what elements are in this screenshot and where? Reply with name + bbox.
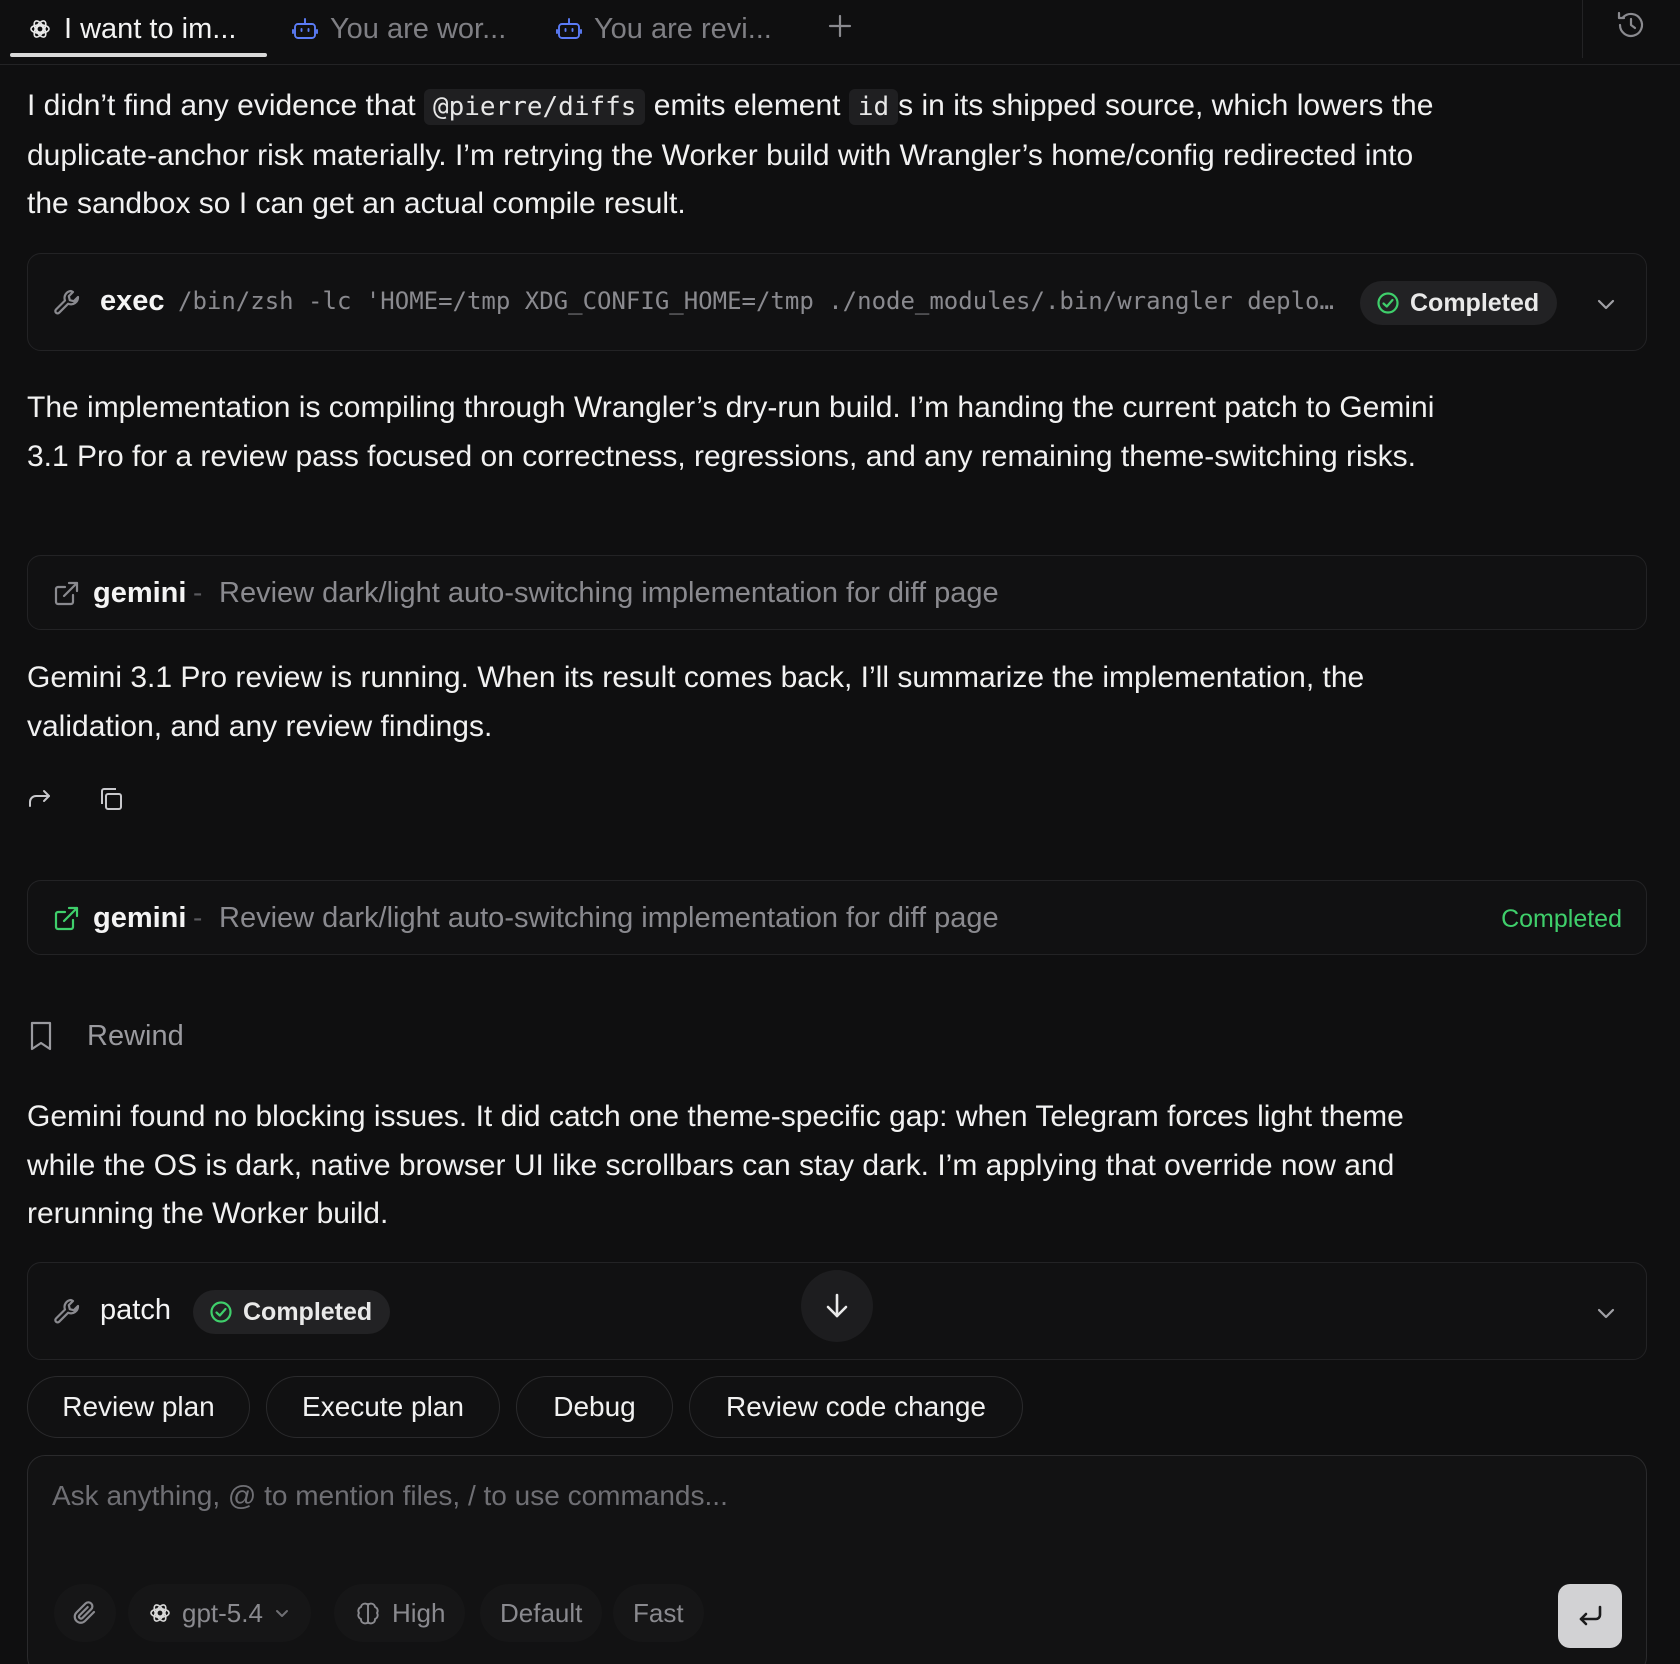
assistant-message: I didn’t find any evidence that @pierre/… (27, 82, 1447, 229)
chevron-down-icon[interactable] (1594, 292, 1618, 316)
status-badge: Completed (1360, 281, 1558, 325)
reasoning-level: High (392, 1597, 446, 1628)
scroll-to-bottom-button[interactable] (801, 1270, 873, 1342)
exec-tool-card[interactable]: exec /bin/zsh -lc 'HOME=/tmp XDG_CONFIG_… (27, 253, 1647, 351)
active-tab-indicator (10, 53, 267, 57)
external-link-icon (54, 906, 79, 931)
history-button[interactable] (1614, 8, 1650, 44)
chevron-down-icon (275, 1610, 288, 1617)
history-icon (1617, 11, 1644, 38)
tab-conversation-3[interactable]: You are revi... (556, 0, 772, 58)
assistant-message: Gemini 3.1 Pro review is running. When i… (27, 661, 1365, 743)
separator: - (193, 577, 203, 608)
gemini-task-card[interactable]: gemini - Review dark/light auto-switchin… (27, 880, 1647, 955)
status-badge: Completed (193, 1290, 391, 1334)
brain-icon (357, 1602, 379, 1625)
message-text: I didn’t find any evidence that (27, 89, 424, 122)
model-selector[interactable]: gpt-5.4 (128, 1584, 311, 1642)
robot-icon (556, 18, 582, 39)
send-button[interactable] (1558, 1584, 1622, 1648)
rewind-button[interactable]: Rewind (27, 1016, 184, 1056)
inline-code: id (848, 89, 899, 125)
new-tab-button[interactable] (820, 6, 860, 46)
exec-command: /bin/zsh -lc 'HOME=/tmp XDG_CONFIG_HOME=… (178, 287, 1334, 315)
agent-name: gemini (93, 902, 187, 934)
wrench-icon (54, 289, 80, 315)
agent-name: gemini (93, 577, 187, 609)
tab-label: I want to im... (64, 12, 237, 45)
openai-icon (30, 20, 50, 38)
attach-button[interactable] (54, 1584, 116, 1642)
suggestion-debug[interactable]: Debug (516, 1376, 673, 1438)
gemini-task-card[interactable]: gemini - Review dark/light auto-switchin… (27, 555, 1647, 630)
tab-conversation-2[interactable]: You are wor... (292, 0, 506, 58)
assistant-message: The implementation is compiling through … (27, 391, 1435, 473)
tab-label: You are wor... (330, 12, 507, 45)
check-circle-icon (210, 1301, 232, 1323)
task-description: Review dark/light auto-switching impleme… (219, 902, 999, 934)
suggestion-review-plan[interactable]: Review plan (27, 1376, 250, 1438)
tab-bar: I want to im... You are wor... You are r… (0, 0, 1680, 65)
message-text: emits element (645, 89, 849, 122)
tab-divider (1582, 0, 1583, 58)
rewind-label: Rewind (87, 1019, 184, 1052)
suggestion-execute-plan[interactable]: Execute plan (266, 1376, 500, 1438)
mode-selector[interactable]: Default (480, 1584, 603, 1642)
enter-icon (1579, 1605, 1602, 1626)
tool-name: exec (100, 285, 165, 317)
chevron-down-icon[interactable] (1594, 1301, 1618, 1325)
message-input[interactable] (52, 1480, 1612, 1540)
task-description: Review dark/light auto-switching impleme… (219, 577, 999, 609)
openai-icon (150, 1604, 170, 1622)
bookmark-icon (30, 1021, 52, 1051)
robot-icon (292, 18, 318, 39)
copy-icon[interactable] (97, 785, 125, 813)
suggestion-review-code-change[interactable]: Review code change (689, 1376, 1023, 1438)
arrow-down-icon (826, 1293, 848, 1318)
check-circle-icon (1377, 292, 1399, 314)
separator: - (193, 902, 203, 933)
status-text: Completed (1501, 905, 1622, 933)
speed-selector[interactable]: Fast (613, 1584, 704, 1642)
tool-name: patch (100, 1294, 171, 1326)
external-link-icon (54, 581, 79, 606)
tab-conversation-1[interactable]: I want to im... (28, 0, 236, 58)
assistant-message: Gemini found no blocking issues. It did … (27, 1100, 1404, 1230)
reasoning-selector[interactable]: High (334, 1584, 466, 1642)
model-name: gpt-5.4 (182, 1597, 263, 1628)
inline-code: @pierre/diffs (423, 89, 646, 125)
plus-icon (828, 14, 852, 38)
wrench-icon (54, 1298, 80, 1324)
paperclip-icon (73, 1601, 96, 1624)
share-icon[interactable] (27, 785, 53, 811)
status-text: Completed (243, 1297, 373, 1326)
tab-label: You are revi... (594, 12, 772, 45)
status-text: Completed (1410, 288, 1540, 317)
